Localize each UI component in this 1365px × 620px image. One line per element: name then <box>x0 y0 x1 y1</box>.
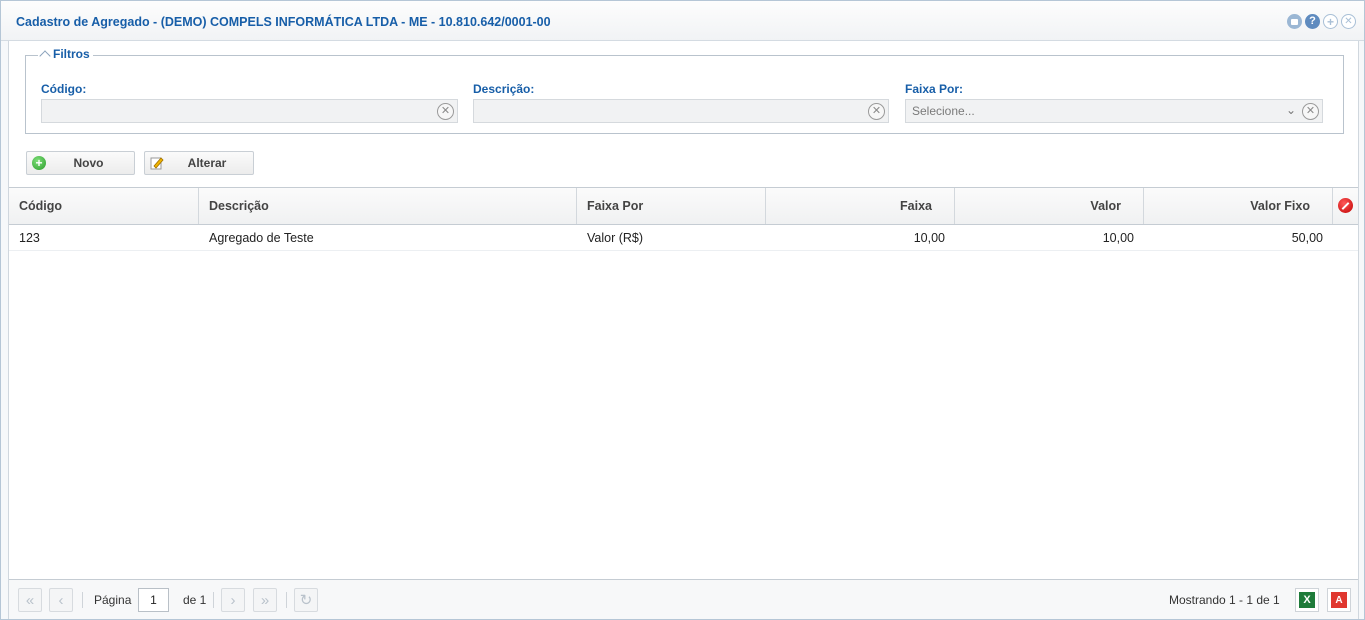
filters-fieldset: Filtros Código: ✕ Descrição: ✕ Faixa Por… <box>25 47 1344 134</box>
alterar-button[interactable]: Alterar <box>144 151 254 175</box>
page-label: Página <box>94 593 132 607</box>
pager-status: Mostrando 1 - 1 de 1 <box>1169 593 1280 607</box>
cell-valor: 10,00 <box>1102 231 1134 245</box>
pdf-icon: A <box>1331 592 1347 608</box>
col-header-faixa[interactable]: Faixa <box>766 188 955 224</box>
window-title: Cadastro de Agregado - (DEMO) COMPELS IN… <box>16 15 551 29</box>
chevron-up-icon[interactable] <box>39 50 51 62</box>
alterar-button-label: Alterar <box>187 156 227 170</box>
col-header-descricao[interactable]: Descrição <box>199 188 577 224</box>
agregado-grid: Código Descrição Faixa Por Faixa Valor V… <box>9 187 1358 579</box>
descricao-label: Descrição: <box>473 82 535 96</box>
pager-toolbar: « ‹ Página de 1 › » ↻ Mostrando 1 - 1 de… <box>9 579 1358 619</box>
filters-legend-label: Filtros <box>53 47 90 61</box>
novo-button[interactable]: + Novo <box>26 151 135 175</box>
close-icon[interactable]: ✕ <box>1341 14 1356 29</box>
help-icon[interactable]: ? <box>1305 14 1320 29</box>
window-body: Filtros Código: ✕ Descrição: ✕ Faixa Por… <box>8 41 1359 619</box>
grid-header: Código Descrição Faixa Por Faixa Valor V… <box>9 188 1358 225</box>
codigo-field-wrapper: ✕ <box>41 99 458 123</box>
cell-faixa-por: Valor (R$) <box>587 231 644 245</box>
clear-codigo-icon[interactable]: ✕ <box>437 103 454 120</box>
chevron-down-icon[interactable]: ⌄ <box>1286 103 1296 117</box>
cell-codigo: 123 <box>19 231 40 245</box>
codigo-label: Código: <box>41 82 87 96</box>
cell-descricao: Agregado de Teste <box>209 231 314 245</box>
pager-separator <box>286 592 287 608</box>
clear-descricao-icon[interactable]: ✕ <box>868 103 885 120</box>
prev-page-icon[interactable]: ‹ <box>49 588 73 612</box>
window-tools: ? + ✕ <box>1287 14 1356 29</box>
export-pdf-button[interactable]: A <box>1327 588 1351 612</box>
novo-button-label: Novo <box>73 156 104 170</box>
export-excel-button[interactable]: X <box>1295 588 1319 612</box>
faixa-por-select-wrapper: ⌄ ✕ <box>905 99 1323 123</box>
next-page-icon[interactable]: › <box>221 588 245 612</box>
maximize-icon[interactable]: + <box>1323 14 1338 29</box>
descricao-field-wrapper: ✕ <box>473 99 889 123</box>
last-page-icon[interactable]: » <box>253 588 277 612</box>
minimize-icon[interactable] <box>1287 14 1302 29</box>
title-bar: Cadastro de Agregado - (DEMO) COMPELS IN… <box>1 1 1364 41</box>
page-number-input[interactable] <box>138 588 169 612</box>
column-settings-icon[interactable] <box>1338 198 1353 213</box>
pager-separator <box>213 592 214 608</box>
first-page-icon[interactable]: « <box>18 588 42 612</box>
clear-faixa-por-icon[interactable]: ✕ <box>1302 103 1319 120</box>
col-header-faixa-por[interactable]: Faixa Por <box>577 188 766 224</box>
descricao-input[interactable] <box>474 100 888 122</box>
cell-faixa: 10,00 <box>913 231 945 245</box>
agregado-window: Cadastro de Agregado - (DEMO) COMPELS IN… <box>0 0 1365 620</box>
faixa-por-select[interactable] <box>906 100 1322 122</box>
col-header-valor[interactable]: Valor <box>955 188 1144 224</box>
col-header-codigo[interactable]: Código <box>9 188 199 224</box>
pager-separator <box>82 592 83 608</box>
excel-icon: X <box>1299 592 1315 608</box>
refresh-icon[interactable]: ↻ <box>294 588 318 612</box>
filters-legend[interactable]: Filtros <box>38 47 93 62</box>
page-total-label: de 1 <box>183 593 207 607</box>
table-row[interactable]: 123 Agregado de Teste Valor (R$) 10,00 1… <box>9 225 1358 251</box>
cell-valor-fixo: 50,00 <box>1291 231 1323 245</box>
codigo-input[interactable] <box>42 100 457 122</box>
faixa-por-label: Faixa Por: <box>905 82 964 96</box>
col-header-valor-fixo[interactable]: Valor Fixo <box>1144 188 1333 224</box>
